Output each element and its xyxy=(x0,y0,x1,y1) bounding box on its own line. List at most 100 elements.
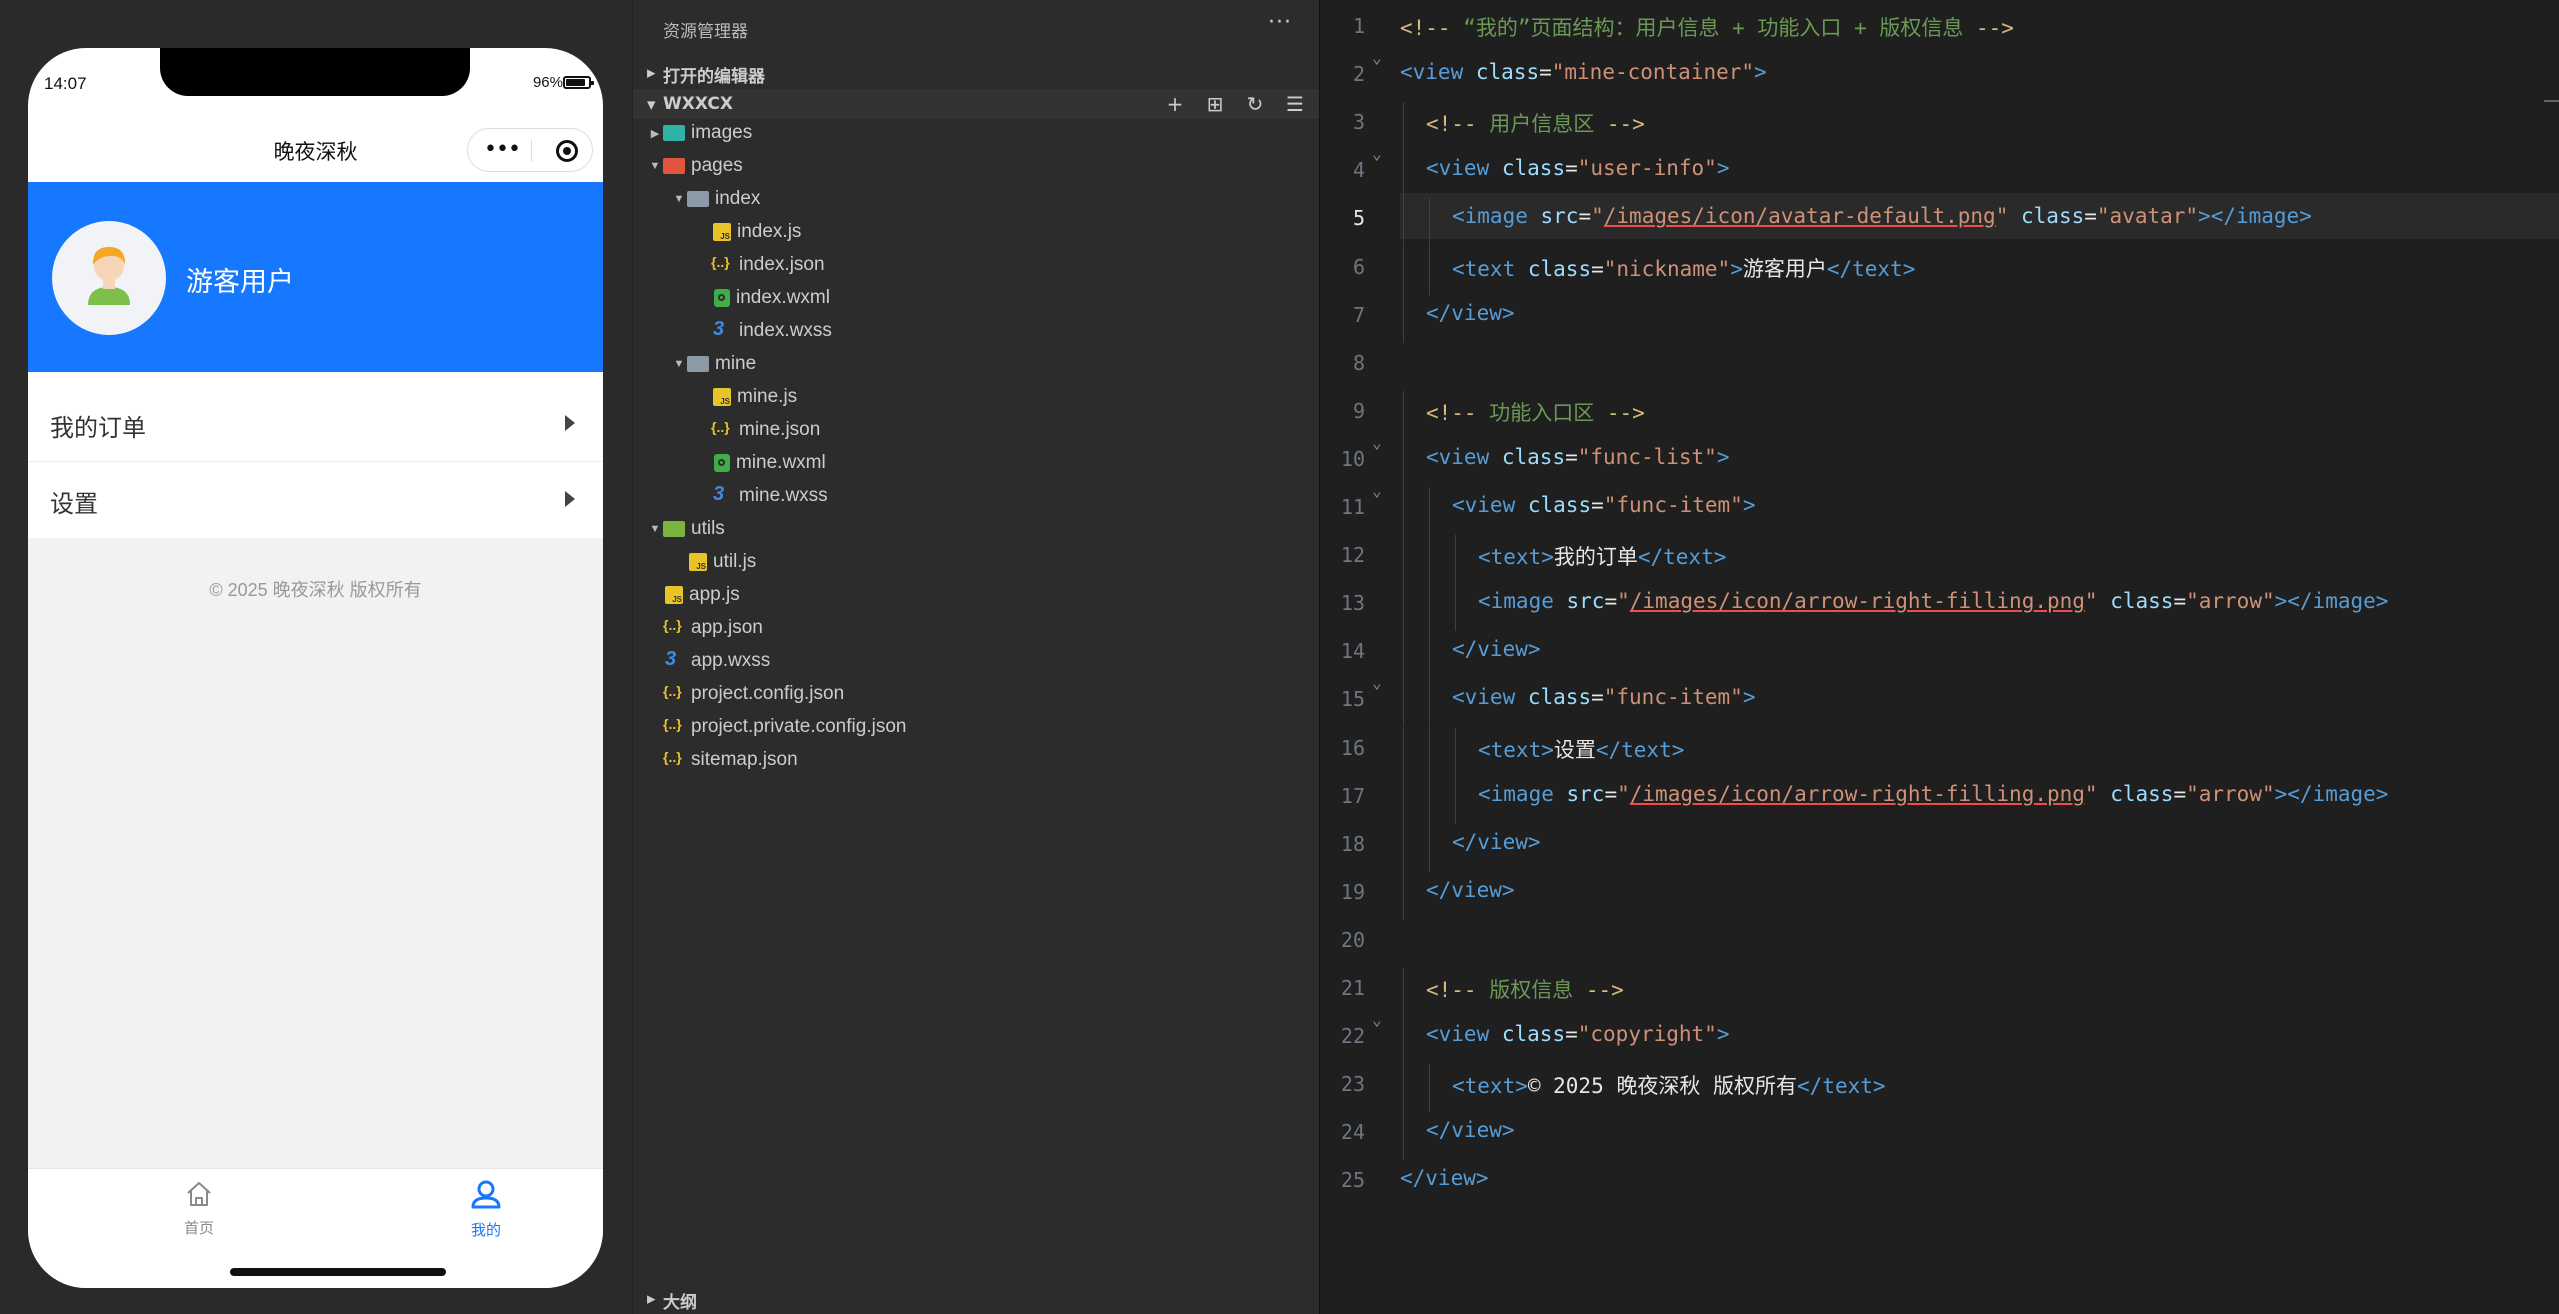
tree-item[interactable]: app.js xyxy=(647,584,740,617)
func-item-orders[interactable]: 我的订单 xyxy=(28,386,603,462)
open-editors-section[interactable]: ▸ 打开的编辑器 xyxy=(633,57,1320,87)
code-token: --> xyxy=(1594,112,1645,137)
tree-item[interactable]: index.json xyxy=(695,254,825,287)
indent-guide xyxy=(1429,583,1430,632)
tree-item-label: app.wxss xyxy=(691,650,771,671)
chevron-down-icon[interactable]: ▼ xyxy=(671,193,687,205)
fold-chevron-icon[interactable]: ⌄ xyxy=(1372,673,1382,692)
code-token: "copyright" xyxy=(1577,1022,1717,1047)
avatar-person-icon xyxy=(88,247,130,305)
code-token: ></image> xyxy=(2274,589,2389,614)
indent-guide xyxy=(1403,438,1404,487)
capsule-divider xyxy=(531,140,532,162)
project-section[interactable]: ▾ WXXCX + ⊞ ↻ ☰ xyxy=(633,89,1320,119)
status-battery: 96% xyxy=(532,74,563,91)
tree-item[interactable]: mine.js xyxy=(695,386,797,419)
code-token: "func-item" xyxy=(1603,685,1743,710)
code-token: <image xyxy=(1478,589,1554,614)
collapse-all-icon[interactable]: ☰ xyxy=(1284,92,1306,116)
code-line: <!-- “我的”页面结构：用户信息 + 功能入口 + 版权信息 --> xyxy=(1400,12,2014,42)
code-token: </text> xyxy=(1637,545,1727,570)
indent-guide xyxy=(1403,968,1404,1017)
avatar[interactable] xyxy=(52,221,166,335)
tree-item[interactable]: ▼ mine xyxy=(671,353,757,386)
tree-item[interactable]: ▼ utils xyxy=(647,518,725,551)
outline-section[interactable]: ▸ 大纲 xyxy=(633,1283,1320,1313)
code-line: </view> xyxy=(1452,830,1541,854)
tree-item[interactable]: ▼ pages xyxy=(647,155,743,188)
folder-icon xyxy=(687,191,709,207)
tree-item[interactable]: index.js xyxy=(695,221,801,254)
code-token: = xyxy=(2173,781,2187,806)
code-token: = xyxy=(2173,589,2187,614)
close-target-icon[interactable] xyxy=(556,140,578,162)
chevron-right-icon: ▸ xyxy=(647,63,656,83)
tree-item[interactable]: ▶ images xyxy=(647,122,752,155)
line-number: 25 xyxy=(1340,1168,1365,1193)
code-token: = xyxy=(1604,781,1618,806)
code-token: </view> xyxy=(1426,300,1515,325)
code-token: <view xyxy=(1426,1022,1490,1047)
tree-item[interactable]: project.config.json xyxy=(647,683,844,716)
tree-item[interactable]: app.wxss xyxy=(647,648,771,683)
new-folder-icon[interactable]: ⊞ xyxy=(1204,92,1226,116)
tree-item[interactable]: ▼ index xyxy=(671,188,761,221)
fold-chevron-icon[interactable]: ⌄ xyxy=(1372,481,1382,500)
refresh-icon[interactable]: ↻ xyxy=(1244,92,1266,116)
fold-chevron-icon[interactable]: ⌄ xyxy=(1372,1010,1382,1029)
code-token: > xyxy=(1716,1022,1730,1047)
chevron-down-icon[interactable]: ▼ xyxy=(647,160,663,172)
chevron-right-icon[interactable]: ▶ xyxy=(647,127,663,140)
indent-guide xyxy=(1455,583,1456,632)
tree-item-label: pages xyxy=(691,155,743,176)
tree-item[interactable]: mine.json xyxy=(695,419,820,452)
code-token: > xyxy=(1730,256,1743,281)
chevron-down-icon[interactable]: ▼ xyxy=(671,358,687,370)
wxss-file-icon xyxy=(663,648,685,671)
js-file-icon xyxy=(713,223,731,241)
wxss-file-icon xyxy=(711,318,733,341)
more-dots-icon[interactable]: ••• xyxy=(484,139,521,161)
indent-guide xyxy=(1403,871,1404,920)
indent-guide xyxy=(1429,198,1430,247)
line-number: 1 xyxy=(1352,14,1365,38)
fold-chevron-icon[interactable]: ⌄ xyxy=(1372,433,1382,452)
nav-bar: 晚夜深秋 ••• xyxy=(28,118,603,182)
tree-item[interactable]: sitemap.json xyxy=(647,749,798,782)
line-number: 8 xyxy=(1352,350,1365,375)
tree-item[interactable]: mine.wxss xyxy=(695,483,828,518)
code-line: <view class="func-list"> xyxy=(1426,445,1729,469)
status-time: 14:07 xyxy=(44,74,87,93)
tree-item[interactable]: index.wxss xyxy=(695,318,832,353)
code-line: <!-- 用户信息区 --> xyxy=(1426,108,1645,138)
fold-chevron-icon[interactable]: ⌄ xyxy=(1372,48,1382,67)
code-token: "mine-container" xyxy=(1551,60,1755,85)
tree-item-label: images xyxy=(691,122,753,143)
folder-icon xyxy=(663,158,685,174)
tree-item[interactable]: util.js xyxy=(671,551,756,584)
func-item-settings[interactable]: 设置 xyxy=(28,462,603,537)
tab-home[interactable]: 首页 xyxy=(139,1179,259,1238)
func-item-label: 设置 xyxy=(50,491,98,518)
json-file-icon xyxy=(663,617,685,637)
tab-mine[interactable]: 我的 xyxy=(426,1179,546,1240)
new-file-icon[interactable]: + xyxy=(1164,92,1186,116)
code-line: </view> xyxy=(1426,301,1515,325)
tree-item[interactable]: index.wxml xyxy=(695,287,830,320)
fold-chevron-icon[interactable]: ⌄ xyxy=(1372,144,1382,163)
user-icon xyxy=(471,1180,501,1209)
code-token: </view> xyxy=(1452,829,1541,854)
more-actions-icon[interactable]: ··· xyxy=(1268,10,1292,35)
tree-item[interactable]: mine.wxml xyxy=(695,452,826,485)
json-file-icon xyxy=(663,749,685,769)
json-file-icon xyxy=(711,419,733,439)
code-token: " xyxy=(1591,204,1604,229)
indent-guide xyxy=(1403,679,1404,728)
chevron-down-icon[interactable]: ▼ xyxy=(647,523,663,535)
code-editor[interactable]: 1 <!-- “我的”页面结构：用户信息 + 功能入口 + 版权信息 --> 2 ⌄ <… xyxy=(1319,0,2559,1314)
tree-item[interactable]: project.private.config.json xyxy=(647,716,906,749)
tree-item[interactable]: app.json xyxy=(647,617,763,650)
